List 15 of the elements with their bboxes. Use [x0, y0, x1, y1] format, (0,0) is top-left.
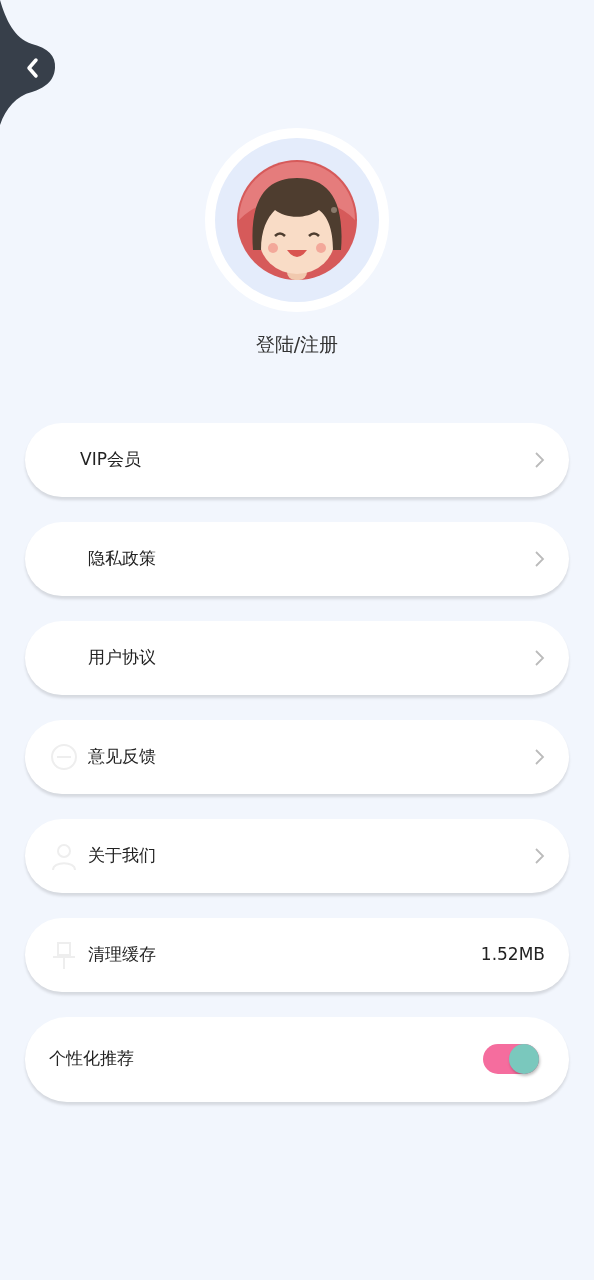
- menu-item[interactable]: 清理缓存 1.52MB: [25, 917, 569, 992]
- toggle-switch[interactable]: [483, 1044, 539, 1074]
- menu-item[interactable]: 个性化推荐: [25, 1016, 569, 1102]
- chevron-right-icon: [533, 450, 545, 469]
- chevron-right-icon: [533, 846, 545, 865]
- chevron-right-icon: [533, 747, 545, 766]
- chevron-right-icon: [533, 549, 545, 568]
- chevron-right-icon: [533, 648, 545, 667]
- menu-item[interactable]: 关于我们: [25, 818, 569, 893]
- login-register-link[interactable]: 登陆/注册: [255, 330, 339, 359]
- menu-item[interactable]: 用户协议: [25, 620, 569, 695]
- back-button[interactable]: [0, 0, 58, 125]
- menu-item[interactable]: VIP会员: [25, 422, 569, 497]
- menu-item[interactable]: 意见反馈: [25, 719, 569, 794]
- menu-item[interactable]: 隐私政策: [25, 521, 569, 596]
